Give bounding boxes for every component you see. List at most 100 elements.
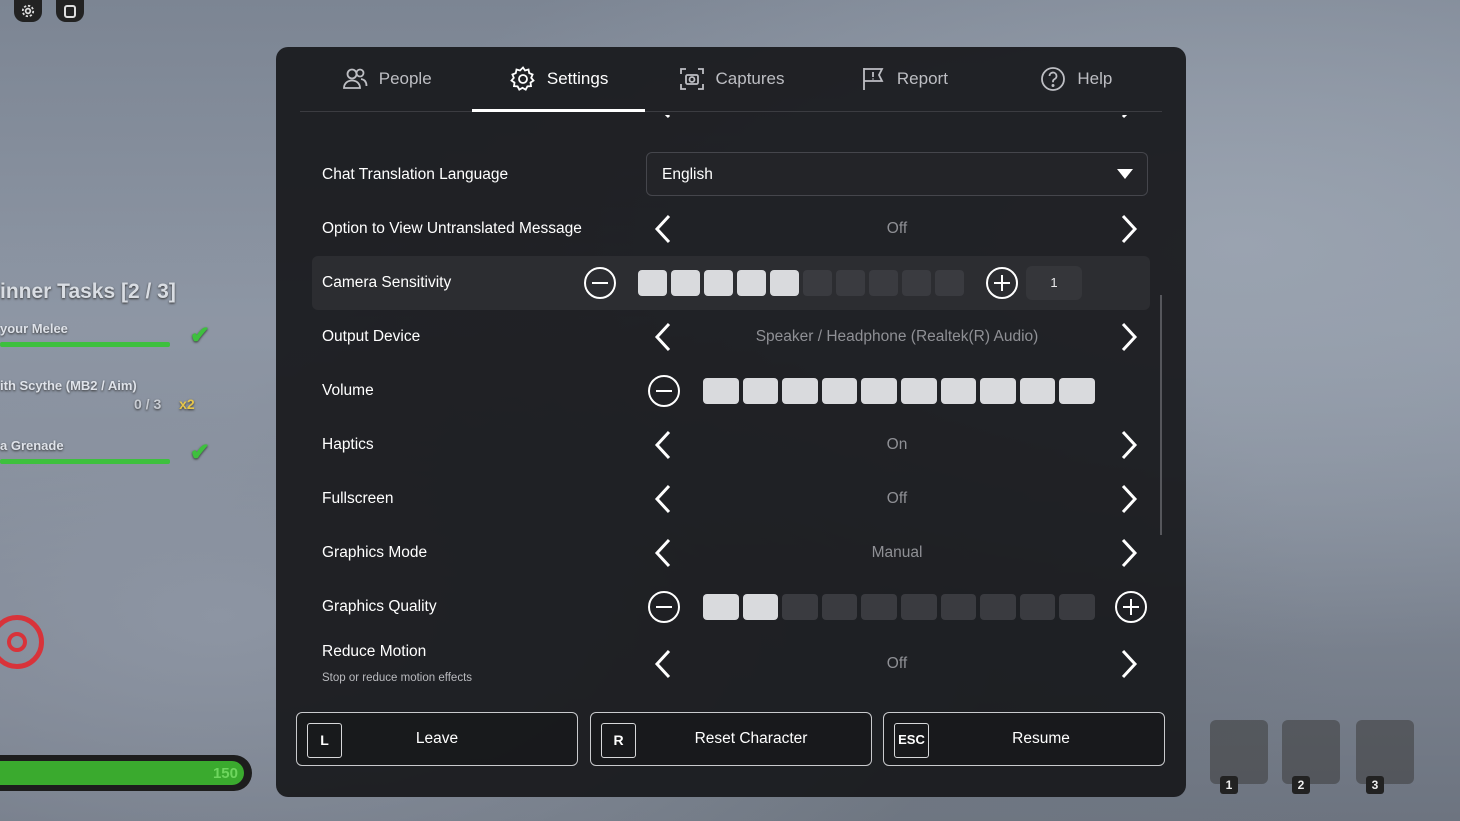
reset-character-button[interactable]: R Reset Character [590,712,872,766]
setting-row-untranslated-message: Option to View Untranslated Message Off [312,202,1150,256]
previous-option-arrow[interactable] [652,482,674,516]
slider-segment[interactable] [1059,378,1095,404]
resume-button[interactable]: ESC Resume [883,712,1165,766]
task-item: a Grenade ✔ [0,438,210,466]
task-label: a Grenade [0,438,64,453]
chevron-left-icon [654,430,671,460]
setting-label: Reduce Motion [322,643,427,660]
previous-option-arrow[interactable] [652,115,674,131]
chat-language-dropdown[interactable]: English [646,152,1148,196]
volume-slider[interactable] [703,378,1095,404]
slider-segment[interactable] [703,378,739,404]
slider-segment[interactable] [742,378,779,404]
next-option-arrow[interactable] [1118,536,1140,570]
health-bar: 150 [0,755,252,791]
next-option-arrow[interactable] [1118,115,1140,131]
people-icon [342,68,368,89]
camera-sensitivity-value[interactable]: 1 [1026,266,1082,300]
setting-value: Off [886,220,908,237]
previous-option-arrow[interactable] [652,320,674,354]
slider-segment[interactable] [940,594,977,620]
setting-label: Volume [322,382,374,399]
help-icon [1041,67,1066,91]
hotbar-slot-3[interactable]: 3 [1356,720,1414,794]
chat-hud-button[interactable] [56,0,84,22]
increase-button[interactable] [1115,591,1147,623]
hotbar-slot-2[interactable]: 2 [1282,720,1340,794]
chevron-left-icon [654,322,671,352]
task-progress: 0 / 3 x2 [134,396,195,412]
slider-segment[interactable] [782,594,818,620]
previous-option-arrow[interactable] [652,428,674,462]
slider-segment[interactable] [1019,594,1056,620]
check-icon: ✔ [189,322,210,349]
next-option-arrow[interactable] [1118,647,1140,681]
tab-people[interactable]: People [300,47,472,111]
chevron-left-icon [654,538,671,568]
setting-sublabel: Stop or reduce motion effects [322,672,473,684]
slider-segment[interactable] [861,378,897,404]
slider-segment[interactable] [836,270,865,296]
chevron-right-icon [1121,115,1128,119]
slider-segment[interactable] [902,270,931,296]
slider-segment[interactable] [704,270,733,296]
next-option-arrow[interactable] [1118,428,1140,462]
slider-segment[interactable] [900,378,937,404]
tab-help[interactable]: Help [990,47,1162,111]
hotbar-slot-1[interactable]: 1 [1210,720,1268,794]
slider-segment[interactable] [821,594,858,620]
slider-segment[interactable] [737,270,766,296]
tab-settings[interactable]: Settings [472,47,646,112]
slider-segment[interactable] [803,270,832,296]
camera-icon [679,68,704,90]
increase-button[interactable] [986,267,1018,299]
setting-label: Camera Sensitivity [322,274,452,291]
target-marker-icon [0,615,44,669]
slider-segment[interactable] [770,270,799,296]
slider-segment[interactable] [980,594,1016,620]
chevron-right-icon [1121,430,1138,460]
slider-segment[interactable] [821,378,858,404]
previous-option-arrow[interactable] [652,536,674,570]
previous-option-arrow[interactable] [652,647,674,681]
settings-list[interactable]: Chat Translation Language English Option… [300,111,1162,693]
decrease-button[interactable] [648,375,680,407]
menu-tabs: People Settings Captures Report Help [300,47,1162,112]
setting-value: Manual [871,544,923,561]
graphics-quality-slider[interactable] [703,594,1095,620]
slider-segment[interactable] [869,270,898,296]
slider-segment[interactable] [900,594,937,620]
check-icon: ✔ [189,439,210,466]
slider-segment[interactable] [703,594,739,620]
tab-captures[interactable]: Captures [645,47,817,111]
leave-button[interactable]: L Leave [296,712,578,766]
task-multiplier: x2 [179,396,195,412]
settings-menu: People Settings Captures Report Help Cha… [276,47,1186,797]
slider-segment[interactable] [782,378,818,404]
tasks-title: inner Tasks [2 / 3] [0,280,176,303]
slider-segment[interactable] [935,270,964,296]
setting-label: Graphics Quality [322,598,437,615]
slider-segment[interactable] [1059,594,1095,620]
setting-row-reduce-motion: Reduce Motion Stop or reduce motion effe… [312,634,1150,693]
slider-segment[interactable] [671,270,700,296]
slider-segment[interactable] [861,594,897,620]
camera-sensitivity-slider[interactable] [638,270,964,296]
previous-option-arrow[interactable] [652,212,674,246]
task-item: ith Scythe (MB2 / Aim) 0 / 3 x2 [0,378,210,412]
slider-segment[interactable] [742,594,779,620]
slider-segment[interactable] [980,378,1016,404]
settings-hud-button[interactable] [14,0,42,22]
slider-segment[interactable] [940,378,977,404]
next-option-arrow[interactable] [1118,482,1140,516]
decrease-button[interactable] [648,591,680,623]
next-option-arrow[interactable] [1118,320,1140,354]
tab-report[interactable]: Report [817,47,989,111]
slider-segment[interactable] [638,270,667,296]
next-option-arrow[interactable] [1118,212,1140,246]
health-bar-fill [0,761,244,785]
gear-icon [510,66,535,91]
slider-segment[interactable] [1019,378,1056,404]
decrease-button[interactable] [584,267,616,299]
settings-scrollbar[interactable] [1160,295,1162,535]
